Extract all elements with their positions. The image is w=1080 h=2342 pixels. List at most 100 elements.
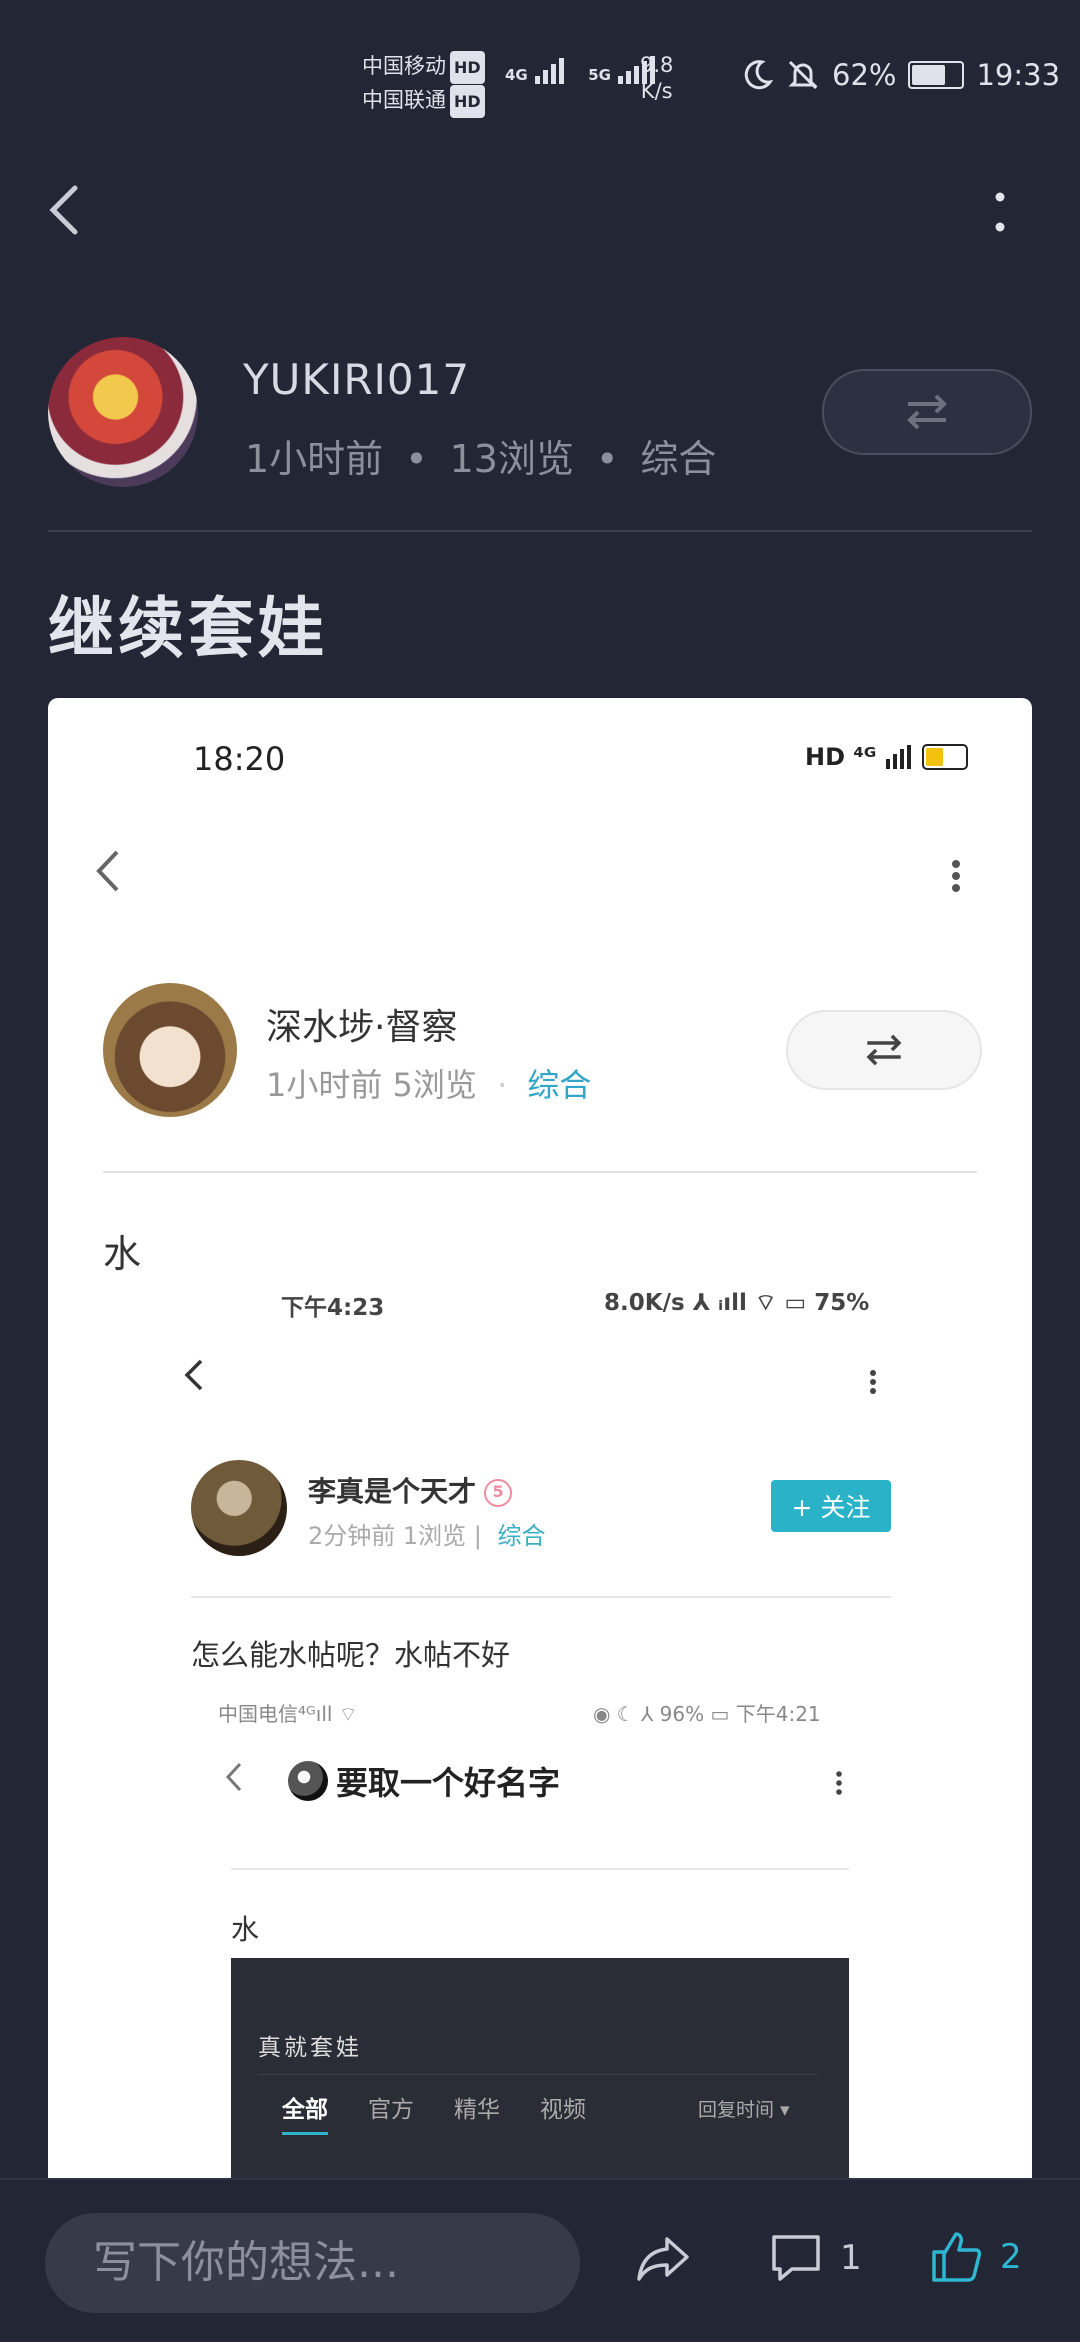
comment-button[interactable]: 1 <box>770 2233 862 2283</box>
embedded-more-icon <box>950 858 962 898</box>
inner-status-right: ◉ ☾ ⅄ 96% ▭ 下午4:21 <box>593 1702 821 1726</box>
nested-more-icon <box>868 1368 878 1400</box>
like-button[interactable]: 2 <box>930 2230 1022 2284</box>
post-time: 1小时前 <box>245 437 384 481</box>
more-vertical-icon <box>995 192 1005 232</box>
nested-avatar <box>191 1460 287 1556</box>
share-button[interactable] <box>635 2233 691 2287</box>
nested-category: 综合 <box>497 1522 546 1550</box>
battery-percent: 62% <box>832 58 897 92</box>
inner-tab-all: 全部 <box>282 2090 328 2135</box>
inner-tab-featured: 精华 <box>454 2097 500 2123</box>
more-button[interactable] <box>982 192 1018 232</box>
more-vertical-icon <box>870 1370 876 1394</box>
swap-arrows-icon <box>907 394 947 430</box>
divider <box>258 2074 818 2075</box>
inner-dark-panel <box>231 1958 849 2178</box>
inner-tab-official: 官方 <box>368 2097 414 2123</box>
comment-count: 1 <box>840 2238 862 2278</box>
back-button[interactable] <box>45 180 85 240</box>
post-category[interactable]: 综合 <box>640 437 716 481</box>
embedded-network: HD ⁴ᴳ <box>805 743 877 771</box>
author-avatar[interactable] <box>48 337 198 487</box>
nested-author: 李真是个天才 5 <box>308 1470 513 1510</box>
chevron-left-icon <box>96 850 119 892</box>
more-vertical-icon <box>836 1771 842 1795</box>
network-5g: 5G <box>588 66 611 84</box>
system-icons: 62% 19:33 <box>740 58 1060 92</box>
signal-icon <box>534 58 564 84</box>
nested-body: 怎么能水帖呢？水帖不好 <box>191 1638 511 1672</box>
embedded-body: 水 <box>103 1232 142 1276</box>
speed-unit: K/s <box>640 79 673 103</box>
inner-more-icon <box>835 1770 843 1800</box>
signal-indicators: 4G 5G <box>505 56 662 84</box>
moon-icon <box>744 60 774 90</box>
hd-badge: HD <box>450 85 485 118</box>
nested-status-icons: 8.0K/s ⅄ ᵢıll ⌔ ▭ 75% <box>604 1290 870 1316</box>
nested-status-time: 下午4:23 <box>281 1295 385 1321</box>
inner-body: 水 <box>231 1913 260 1946</box>
swap-button[interactable] <box>822 369 1032 455</box>
separator-dot: • <box>405 437 428 481</box>
nested-author-name: 李真是个天才 <box>308 1475 477 1508</box>
nested-meta: 2分钟前 1浏览 | 综合 <box>308 1516 546 1551</box>
inner-tab-video: 视频 <box>540 2097 586 2123</box>
separator-dot: · <box>497 1066 508 1104</box>
embedded-meta: 1小时前 5浏览 · 综合 <box>266 1060 591 1106</box>
nested-meta-text: 2分钟前 1浏览 | <box>308 1522 482 1550</box>
embedded-status-time: 18:20 <box>193 740 286 778</box>
embedded-swap-pill <box>786 1010 982 1090</box>
inner-tabs: 全部 官方 精华 视频 <box>282 2090 586 2135</box>
separator-dot: • <box>595 437 619 481</box>
like-count: 2 <box>1000 2237 1022 2277</box>
embedded-category: 综合 <box>527 1066 592 1104</box>
network-speed: 9.8 K/s <box>640 52 673 104</box>
divider <box>191 1596 891 1598</box>
carrier-info: 中国移动 HD 中国联通 HD <box>362 50 485 118</box>
divider <box>231 1868 849 1870</box>
post-meta: 1小时前 • 13浏览 • 综合 <box>245 428 716 483</box>
inner-sort: 回复时间 ▾ <box>698 2099 790 2121</box>
chevron-left-icon <box>225 1762 242 1792</box>
divider <box>48 530 1032 532</box>
chevron-left-icon <box>184 1359 203 1391</box>
divider <box>103 1171 977 1173</box>
inner-status-left: 中国电信⁴ᴳıll ⌔ <box>218 1702 358 1726</box>
inner-title: 要取一个好名字 <box>288 1758 560 1804</box>
post-title: 继续套娃 <box>48 590 328 667</box>
mute-bell-icon <box>788 60 818 90</box>
thumbs-up-icon <box>932 2232 982 2282</box>
share-icon <box>637 2237 689 2281</box>
embedded-avatar <box>103 983 237 1117</box>
more-vertical-icon <box>952 860 960 892</box>
embedded-meta-text: 1小时前 5浏览 <box>266 1066 477 1104</box>
comment-input[interactable]: 写下你的想法... <box>45 2213 580 2313</box>
swap-arrows-icon <box>866 1034 902 1066</box>
embedded-back-icon <box>93 848 123 898</box>
embedded-status-icons: HD ⁴ᴳ <box>805 743 969 771</box>
carrier-2: 中国联通 <box>362 88 446 112</box>
embedded-author: 深水埗·督察 <box>266 1007 458 1048</box>
inner-logo <box>288 1761 328 1801</box>
battery-icon <box>922 744 969 770</box>
level-badge: 5 <box>484 1479 513 1507</box>
author-name[interactable]: YUKIRI017 <box>243 355 470 404</box>
speed-value: 9.8 <box>640 53 674 77</box>
nested-back-icon <box>183 1358 205 1396</box>
post-image[interactable]: 18:20 HD ⁴ᴳ 深水埗·督察 1小时前 5浏览 · 综合 水 下午4:2… <box>48 698 1032 2178</box>
status-bar: 中国移动 HD 中国联通 HD 4G 5G 9.8 K/s 62% 19:33 <box>0 0 1080 120</box>
inner-title-text: 要取一个好名字 <box>336 1764 561 1802</box>
hd-badge: HD <box>450 51 485 84</box>
carrier-1: 中国移动 <box>362 54 446 78</box>
signal-icon <box>886 745 912 769</box>
inner-back-icon <box>224 1761 244 1797</box>
chevron-left-icon <box>49 185 78 235</box>
clock: 19:33 <box>976 58 1061 92</box>
post-views: 13浏览 <box>449 437 574 481</box>
inner-dark-title: 真就套娃 <box>258 2035 362 2061</box>
battery-icon <box>908 61 965 89</box>
bottom-bar: 写下你的想法... 1 2 <box>0 2178 1080 2342</box>
network-4g: 4G <box>505 66 528 84</box>
nested-follow-button: + 关注 <box>771 1480 891 1532</box>
